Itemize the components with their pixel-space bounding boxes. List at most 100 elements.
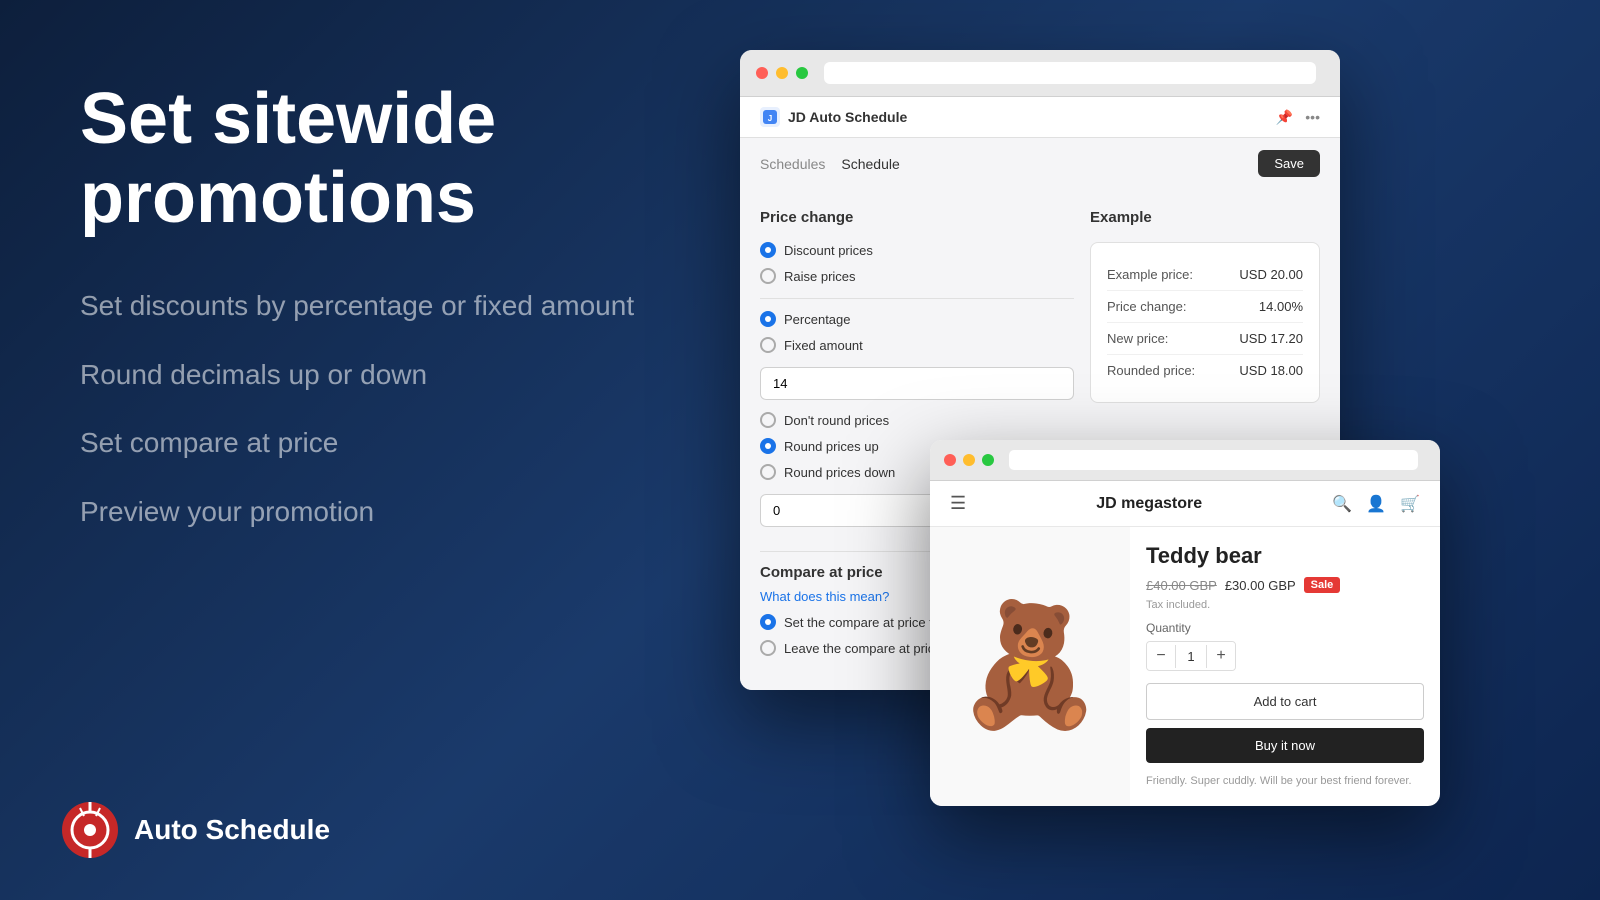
example-value-2: USD 17.20	[1239, 331, 1303, 346]
set-compare-radio[interactable]	[760, 614, 776, 630]
left-panel: Set sitewide promotions Set discounts by…	[80, 80, 730, 530]
store-minimize-button[interactable]	[963, 454, 975, 466]
feature-item-2: Round decimals up or down	[80, 357, 730, 393]
example-label-1: Price change:	[1107, 299, 1187, 314]
app-title: JD Auto Schedule	[788, 109, 907, 125]
percentage-option[interactable]: Percentage	[760, 311, 1074, 327]
round-down-label: Round prices down	[784, 465, 895, 480]
close-button[interactable]	[756, 67, 768, 79]
feature-item-4: Preview your promotion	[80, 494, 730, 530]
discount-radio[interactable]	[760, 242, 776, 258]
discount-prices-option[interactable]: Discount prices	[760, 242, 1074, 258]
dont-round-option[interactable]: Don't round prices	[760, 412, 1074, 428]
product-details: Teddy bear £40.00 GBP £30.00 GBP Sale Ta…	[1130, 527, 1440, 806]
example-label-3: Rounded price:	[1107, 363, 1195, 378]
brand-logo: Auto Schedule	[60, 800, 330, 860]
example-card: Example price: USD 20.00 Price change: 1…	[1090, 242, 1320, 403]
separator-1	[760, 298, 1074, 299]
add-to-cart-button[interactable]: Add to cart	[1146, 683, 1424, 720]
search-icon[interactable]: 🔍	[1332, 494, 1352, 514]
main-heading: Set sitewide promotions	[80, 80, 730, 238]
quantity-value: 1	[1175, 645, 1207, 668]
app-header: J JD Auto Schedule 📌 •••	[740, 97, 1340, 138]
pin-icon[interactable]: 📌	[1276, 109, 1293, 126]
app-logo-small: J	[760, 107, 780, 127]
app-header-right: 📌 •••	[1276, 109, 1320, 126]
current-price: £30.00 GBP	[1225, 578, 1296, 593]
product-description: Friendly. Super cuddly. Will be your bes…	[1146, 773, 1424, 790]
app-header-left: J JD Auto Schedule	[760, 107, 907, 127]
store-maximize-button[interactable]	[982, 454, 994, 466]
title-search-bar	[824, 62, 1316, 84]
store-body: 🧸 Teddy bear £40.00 GBP £30.00 GBP Sale …	[930, 527, 1440, 806]
feature-item-3: Set compare at price	[80, 425, 730, 461]
raise-prices-option[interactable]: Raise prices	[760, 268, 1074, 284]
maximize-button[interactable]	[796, 67, 808, 79]
example-value-3: USD 18.00	[1239, 363, 1303, 378]
amount-input[interactable]	[760, 367, 1074, 400]
round-up-radio[interactable]	[760, 438, 776, 454]
product-image-area: 🧸	[930, 527, 1130, 806]
store-header: ☰ JD megastore 🔍 👤 🛒	[930, 481, 1440, 527]
store-close-button[interactable]	[944, 454, 956, 466]
hamburger-icon[interactable]: ☰	[950, 493, 966, 514]
example-row-0: Example price: USD 20.00	[1107, 259, 1303, 291]
round-down-radio[interactable]	[760, 464, 776, 480]
dont-round-radio[interactable]	[760, 412, 776, 428]
example-value-1: 14.00%	[1259, 299, 1303, 314]
raise-radio[interactable]	[760, 268, 776, 284]
fixed-label: Fixed amount	[784, 338, 863, 353]
example-value-0: USD 20.00	[1239, 267, 1303, 282]
nav-schedule[interactable]: Schedule	[841, 156, 899, 172]
store-search-bar	[1009, 450, 1418, 470]
discount-label: Discount prices	[784, 243, 873, 258]
brand-name: Auto Schedule	[134, 814, 330, 846]
leave-compare-label: Leave the compare at price	[784, 641, 942, 656]
cart-icon[interactable]: 🛒	[1400, 494, 1420, 514]
store-window: ☰ JD megastore 🔍 👤 🛒 🧸 Teddy bear £40.00…	[930, 440, 1440, 806]
example-row-1: Price change: 14.00%	[1107, 291, 1303, 323]
leave-compare-radio[interactable]	[760, 640, 776, 656]
store-action-icons: 🔍 👤 🛒	[1332, 494, 1420, 514]
example-label-2: New price:	[1107, 331, 1168, 346]
product-image: 🧸	[955, 596, 1104, 736]
nav-links: Schedules Schedule	[760, 156, 900, 172]
raise-label: Raise prices	[784, 269, 856, 284]
discount-raise-group: Discount prices Raise prices	[760, 242, 1074, 284]
store-name: JD megastore	[1096, 495, 1202, 513]
product-name: Teddy bear	[1146, 543, 1424, 569]
svg-text:J: J	[768, 114, 772, 123]
fixed-radio[interactable]	[760, 337, 776, 353]
round-up-label: Round prices up	[784, 439, 879, 454]
store-titlebar	[930, 440, 1440, 481]
price-row: £40.00 GBP £30.00 GBP Sale	[1146, 577, 1424, 593]
example-title: Example	[1090, 209, 1320, 226]
buy-now-button[interactable]: Buy it now	[1146, 728, 1424, 763]
type-group: Percentage Fixed amount	[760, 311, 1074, 353]
nav-schedules[interactable]: Schedules	[760, 156, 825, 172]
price-change-title: Price change	[760, 209, 1074, 226]
nav-bar: Schedules Schedule Save	[740, 138, 1340, 189]
quantity-decrease[interactable]: −	[1147, 642, 1175, 670]
mac-titlebar	[740, 50, 1340, 97]
set-compare-label: Set the compare at price to	[784, 615, 940, 630]
percentage-label: Percentage	[784, 312, 851, 327]
dont-round-label: Don't round prices	[784, 413, 889, 428]
quantity-increase[interactable]: +	[1207, 642, 1235, 670]
quantity-label: Quantity	[1146, 621, 1424, 635]
quantity-control: − 1 +	[1146, 641, 1236, 671]
more-options-icon[interactable]: •••	[1305, 109, 1320, 125]
minimize-button[interactable]	[776, 67, 788, 79]
logo-icon	[60, 800, 120, 860]
example-label-0: Example price:	[1107, 267, 1193, 282]
percentage-radio[interactable]	[760, 311, 776, 327]
save-button[interactable]: Save	[1258, 150, 1320, 177]
account-icon[interactable]: 👤	[1366, 494, 1386, 514]
example-row-3: Rounded price: USD 18.00	[1107, 355, 1303, 386]
feature-list: Set discounts by percentage or fixed amo…	[80, 288, 730, 530]
fixed-amount-option[interactable]: Fixed amount	[760, 337, 1074, 353]
original-price: £40.00 GBP	[1146, 578, 1217, 593]
feature-item-1: Set discounts by percentage or fixed amo…	[80, 288, 730, 324]
app-icon: J	[763, 110, 777, 124]
sale-badge: Sale	[1304, 577, 1341, 593]
